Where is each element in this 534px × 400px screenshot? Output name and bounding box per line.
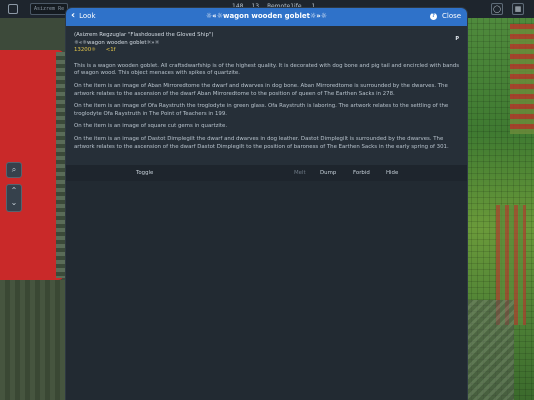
close-button[interactable]: Close [442, 12, 461, 20]
map-bottom-left-terrain [0, 280, 70, 400]
item-name: ☼«☼wagon wooden goblet☼»☼ [74, 39, 160, 46]
search-input[interactable]: Asizrem Re [30, 3, 68, 15]
item-p-badge: P [455, 36, 459, 42]
action-bar: Toggle Melt Dump Forbid Hide [66, 165, 467, 181]
description-paragraph: On the item is an image of Ofa Raystruth… [74, 103, 449, 117]
zoom-arrows-icon[interactable]: ⌃ ⌄ [6, 184, 22, 212]
grid-icon[interactable]: ▦ [512, 3, 524, 15]
settings-icon[interactable]: ◯ [491, 3, 503, 15]
map-right-red-tiles [510, 24, 534, 134]
search-icon[interactable]: ⌕ [6, 162, 22, 178]
item-value: 13200☼ [74, 47, 96, 54]
dialog-content-area [66, 181, 467, 400]
menu-icon[interactable] [8, 4, 18, 14]
description-paragraph: On the item is an image of Aban Mirrored… [74, 82, 448, 97]
forbid-button[interactable]: Forbid [353, 170, 370, 176]
hide-button[interactable]: Hide [386, 170, 398, 176]
melt-button[interactable]: Melt [294, 170, 306, 176]
look-dialog: ‹ Look ☼«☼wagon wooden goblet☼»☼ ? Close… [66, 8, 467, 400]
description-paragraph: On the item is an image of Dastot Dimple… [74, 135, 449, 150]
map-right-grey-tiles [464, 300, 514, 400]
help-icon[interactable]: ? [430, 13, 437, 20]
item-age: <1f [105, 47, 116, 54]
item-description: P (Asizrem Regzuglar "Flashdoused the Gl… [66, 26, 467, 165]
dialog-header: ‹ Look ☼«☼wagon wooden goblet☼»☼ ? Close [66, 8, 467, 26]
description-paragraph: On the item is an image of square cut ge… [74, 123, 228, 130]
toggle-button[interactable]: Toggle [136, 170, 153, 176]
dump-button[interactable]: Dump [320, 170, 336, 176]
item-value-line: 13200☼ <1f [74, 47, 459, 55]
item-nickname: (Asizrem Regzuglar "Flashdoused the Glov… [74, 32, 214, 38]
description-paragraph: This is a wagon wooden goblet. All craft… [74, 62, 460, 77]
dialog-title: ☼«☼wagon wooden goblet☼»☼ [205, 12, 328, 20]
